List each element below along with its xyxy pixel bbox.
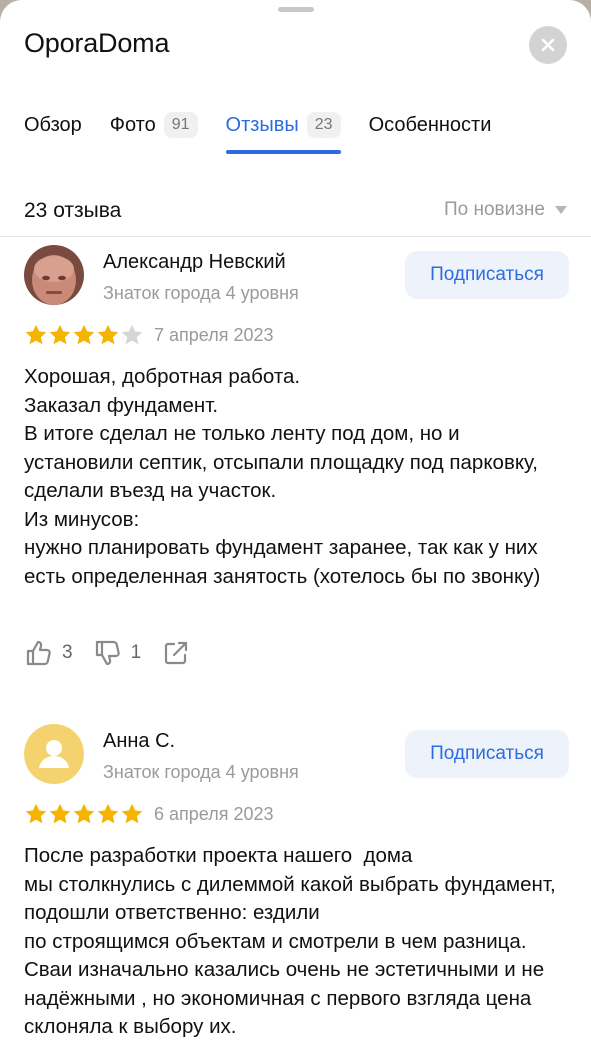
rating-stars: 7 апреля 2023 (24, 323, 274, 347)
bottom-sheet: OporaDoma Обзор Фото 91 Отзывы 23 Особен… (0, 0, 591, 1059)
review-card: Анна С. Знаток города 4 уровня Подписать… (24, 724, 569, 1059)
page-title: OporaDoma (24, 28, 170, 58)
close-icon (541, 38, 555, 52)
tab-label: Отзывы (225, 113, 299, 136)
subscribe-button[interactable]: Подписаться (405, 730, 569, 778)
dislike-button[interactable]: 1 (93, 638, 142, 668)
star-filled-icon (73, 324, 95, 345)
rating-stars: 6 апреля 2023 (24, 802, 274, 826)
star-empty-icon (121, 324, 143, 345)
star-filled-icon (25, 803, 47, 824)
like-button[interactable]: 3 (24, 638, 73, 668)
tab-bar: Обзор Фото 91 Отзывы 23 Особенности (24, 110, 519, 160)
star-filled-icon (49, 803, 71, 824)
tab-photos[interactable]: Фото 91 (110, 110, 198, 140)
star-filled-icon (97, 324, 119, 345)
tab-features[interactable]: Особенности (369, 110, 492, 140)
share-button[interactable] (161, 638, 191, 668)
review-author[interactable]: Анна С. (103, 730, 175, 753)
thumbs-down-icon (95, 640, 120, 666)
tab-count-badge: 23 (306, 112, 341, 138)
review-author-level: Знаток города 4 уровня (103, 762, 299, 782)
review-text: Хорошая, добротная работа. Заказал фунда… (24, 365, 541, 588)
star-filled-icon (25, 324, 47, 345)
star-filled-icon (49, 324, 71, 345)
user-icon (39, 740, 69, 768)
thumbs-up-icon (26, 640, 51, 666)
sort-dropdown[interactable]: По новизне (444, 199, 567, 221)
tab-overview[interactable]: Обзор (24, 110, 82, 140)
like-count: 3 (62, 642, 73, 663)
chevron-down-icon (555, 206, 567, 214)
sheet-grabber[interactable] (278, 7, 314, 12)
reviews-count: 23 отзыва (24, 199, 122, 222)
star-filled-icon (121, 803, 143, 824)
review-text: После разработки проекта нашего дома мы … (24, 844, 556, 1038)
subscribe-button[interactable]: Подписаться (405, 251, 569, 299)
divider (0, 236, 591, 237)
review-actions: 3 1 (24, 638, 211, 668)
tab-label: Фото (109, 113, 156, 136)
review-author-level: Знаток города 4 уровня (103, 283, 299, 303)
tab-reviews[interactable]: Отзывы 23 (225, 110, 341, 154)
share-icon (165, 641, 188, 665)
avatar[interactable] (24, 724, 84, 784)
review-card: Александр Невский Знаток города 4 уровня… (24, 245, 569, 675)
review-date: 7 апреля 2023 (154, 324, 274, 345)
dislike-count: 1 (130, 642, 142, 663)
sort-label: По новизне (443, 199, 545, 220)
review-date: 6 апреля 2023 (154, 803, 274, 824)
tab-count-badge: 91 (163, 112, 198, 138)
star-filled-icon (97, 803, 119, 824)
close-button[interactable] (529, 26, 567, 64)
tab-label: Обзор (24, 113, 82, 136)
review-author[interactable]: Александр Невский (103, 251, 286, 274)
star-filled-icon (73, 803, 95, 824)
avatar[interactable] (24, 245, 84, 305)
tab-label: Особенности (368, 113, 492, 136)
